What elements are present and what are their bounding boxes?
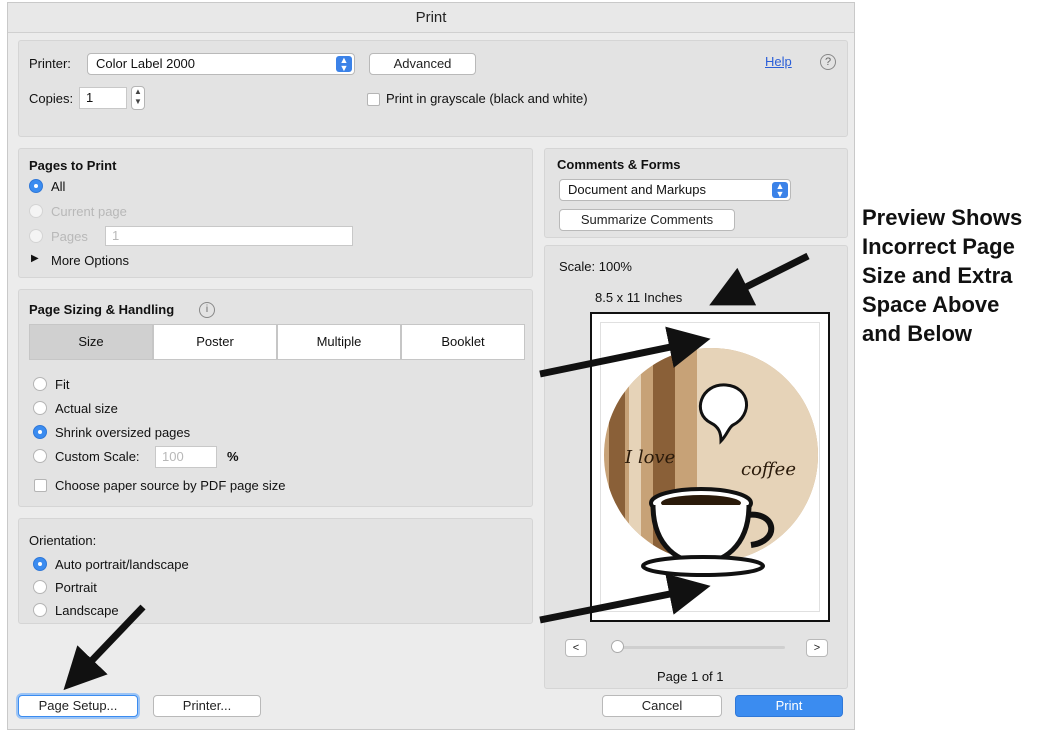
tab-booklet[interactable]: Booklet — [401, 324, 525, 360]
prev-page-button[interactable]: < — [565, 639, 587, 657]
cancel-button[interactable]: Cancel — [602, 695, 722, 717]
annotation-text: Preview Shows Incorrect Page Size and Ex… — [862, 203, 1057, 348]
info-icon[interactable]: i — [199, 302, 215, 318]
radio-landscape[interactable] — [33, 603, 47, 617]
select-arrows-icon: ▲ ▼ — [772, 182, 788, 199]
radio-custom-scale-label: Custom Scale: — [55, 449, 140, 464]
radio-custom-scale[interactable] — [33, 449, 47, 463]
paper-source-label: Choose paper source by PDF page size — [55, 478, 286, 493]
radio-auto-orientation-label: Auto portrait/landscape — [55, 557, 189, 572]
radio-auto-orientation[interactable] — [33, 557, 47, 571]
copies-input[interactable]: 1 — [79, 87, 127, 109]
select-arrows-icon: ▲ ▼ — [336, 56, 352, 73]
radio-pages-label: Pages — [51, 229, 88, 244]
annotation-line: Space Above — [862, 292, 1000, 317]
grayscale-checkbox[interactable] — [367, 93, 380, 106]
radio-current-page[interactable] — [29, 204, 43, 218]
orientation-panel: Orientation: Auto portrait/landscape Por… — [18, 518, 533, 624]
pages-range-input[interactable]: 1 — [105, 226, 353, 246]
print-dialog: Print Printer: Color Label 2000 ▲ ▼ Advan… — [7, 2, 855, 730]
next-page-button[interactable]: > — [806, 639, 828, 657]
page-sizing-title: Page Sizing & Handling — [29, 302, 175, 317]
grayscale-label: Print in grayscale (black and white) — [386, 91, 588, 106]
copies-stepper[interactable]: ▲ ▼ — [131, 86, 145, 110]
radio-actual-size-label: Actual size — [55, 401, 118, 416]
custom-scale-input[interactable]: 100 — [155, 446, 217, 468]
advanced-button[interactable]: Advanced — [369, 53, 476, 75]
annotation-line: Size and Extra — [862, 263, 1013, 288]
comments-forms-title: Comments & Forms — [557, 157, 681, 172]
help-link[interactable]: Help — [765, 54, 792, 69]
comments-forms-select[interactable]: Document and Markups ▲ ▼ — [559, 179, 791, 201]
page-size-label: 8.5 x 11 Inches — [595, 290, 683, 305]
page-indicator: Page 1 of 1 — [657, 669, 724, 684]
radio-fit-label: Fit — [55, 377, 70, 392]
window-title: Print — [8, 3, 854, 33]
radio-shrink-oversized-label: Shrink oversized pages — [55, 425, 191, 440]
pages-to-print-panel: Pages to Print All Current page Pages 1 … — [18, 148, 533, 278]
page-sizing-panel: Page Sizing & Handling i Size Poster Mul… — [18, 289, 533, 507]
paper-source-checkbox[interactable] — [34, 479, 47, 492]
label-text-left: I love — [624, 447, 675, 468]
radio-current-page-label: Current page — [51, 204, 127, 219]
preview-panel: Scale: 100% 8.5 x 11 Inches I love coffe… — [544, 245, 848, 689]
radio-all-label: All — [51, 179, 66, 194]
page-setup-button[interactable]: Page Setup... — [18, 695, 138, 717]
radio-pages[interactable] — [29, 229, 43, 243]
printer-select-value: Color Label 2000 — [96, 56, 196, 71]
radio-shrink-oversized[interactable] — [33, 425, 47, 439]
disclosure-triangle-icon[interactable]: ▶ — [31, 253, 39, 264]
printer-button[interactable]: Printer... — [153, 695, 261, 717]
tab-multiple[interactable]: Multiple — [277, 324, 401, 360]
scale-label: Scale: 100% — [559, 259, 632, 274]
orientation-title: Orientation: — [29, 533, 97, 548]
printer-panel: Printer: Color Label 2000 ▲ ▼ Advanced He… — [18, 40, 848, 137]
print-button[interactable]: Print — [735, 695, 843, 717]
preview-page-frame: I love coffee — [590, 312, 830, 622]
coffee-label-image: I love coffee — [604, 348, 818, 577]
comments-forms-panel: Comments & Forms Document and Markups ▲ ▼… — [544, 148, 848, 238]
radio-all[interactable] — [29, 179, 43, 193]
printer-label: Printer: — [29, 56, 71, 71]
annotation-line: Preview Shows — [862, 205, 1023, 230]
more-options-label[interactable]: More Options — [51, 253, 129, 268]
copies-label: Copies: — [29, 91, 74, 106]
summarize-comments-button[interactable]: Summarize Comments — [559, 209, 735, 231]
tab-poster[interactable]: Poster — [153, 324, 277, 360]
radio-fit[interactable] — [33, 377, 47, 391]
radio-landscape-label: Landscape — [55, 603, 119, 618]
label-text-right: coffee — [741, 459, 796, 480]
annotation-line: Incorrect Page — [862, 234, 1015, 259]
percent-label: % — [227, 449, 239, 464]
printer-select[interactable]: Color Label 2000 ▲ ▼ — [87, 53, 355, 75]
help-icon[interactable]: ? — [820, 54, 836, 70]
page-slider-track[interactable] — [615, 646, 785, 649]
pages-to-print-title: Pages to Print — [29, 158, 117, 173]
annotation-line: and Below — [862, 321, 973, 346]
radio-actual-size[interactable] — [33, 401, 47, 415]
radio-portrait[interactable] — [33, 580, 47, 594]
comments-forms-select-value: Document and Markups — [568, 182, 707, 197]
page-slider-thumb[interactable] — [611, 640, 624, 653]
preview-page: I love coffee — [600, 322, 820, 612]
radio-portrait-label: Portrait — [55, 580, 97, 595]
tab-size[interactable]: Size — [29, 324, 153, 360]
